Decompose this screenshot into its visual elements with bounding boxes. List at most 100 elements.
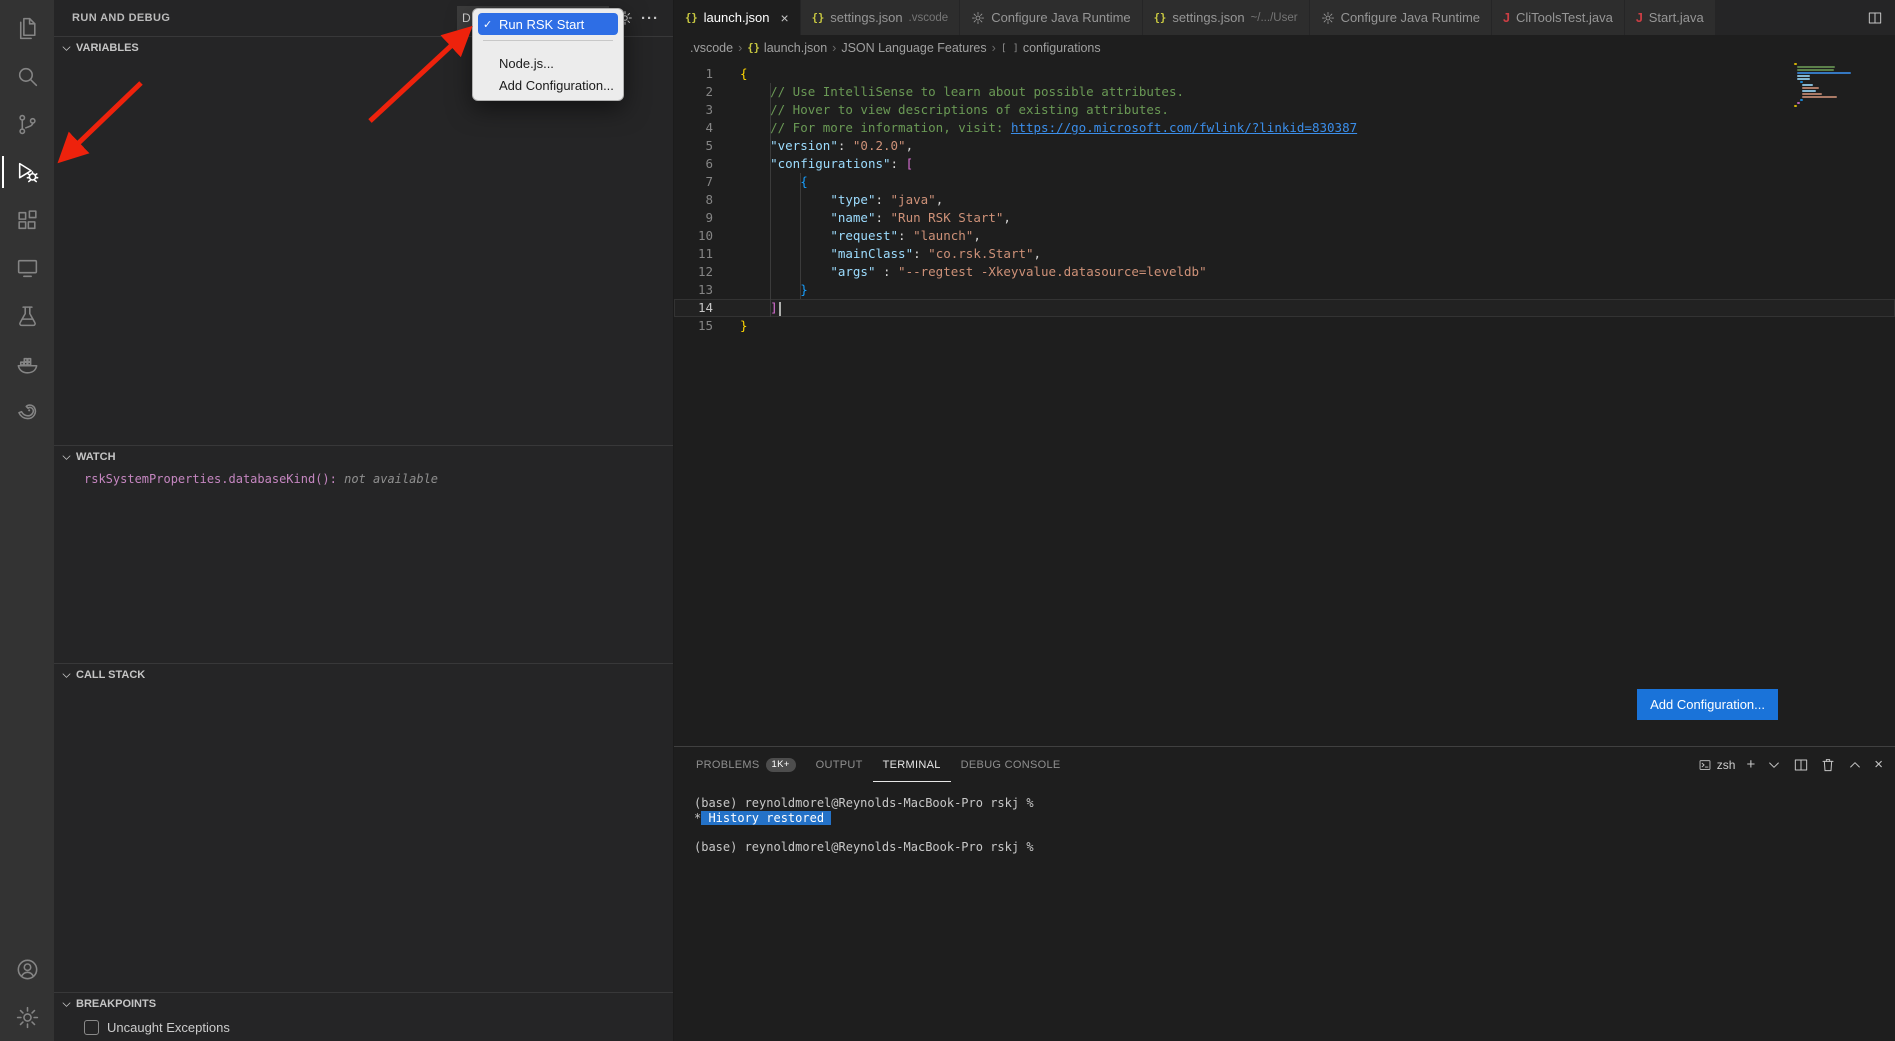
activity-bar-item-accounts[interactable] [2, 945, 52, 993]
activity-bar-item-remote-explorer[interactable] [2, 244, 52, 292]
code-token: "configurations" [770, 156, 890, 171]
menu-item-add-configuration[interactable]: Add Configuration... [478, 74, 618, 96]
code-line[interactable]: 3 // Hover to view descriptions of exist… [674, 101, 1895, 119]
line-number[interactable]: 14 [674, 299, 713, 317]
editor-tab-settings-json[interactable]: {}settings.json.vscode [801, 0, 961, 35]
code-line[interactable]: 10 "request": "launch", [674, 227, 1895, 245]
uncaught-exceptions-item[interactable]: Uncaught Exceptions [54, 1015, 673, 1035]
line-number[interactable]: 15 [674, 317, 713, 335]
minimap-line [1794, 63, 1797, 65]
line-number[interactable]: 5 [674, 137, 713, 155]
call-stack-section-header[interactable]: CALL STACK [54, 664, 673, 686]
kill-terminal-trash-icon[interactable] [1820, 757, 1836, 773]
line-number[interactable]: 13 [674, 281, 713, 299]
line-number[interactable]: 8 [674, 191, 713, 209]
breadcrumb-item-launch-json[interactable]: {}launch.json [747, 41, 827, 55]
line-number[interactable]: 3 [674, 101, 713, 119]
minimap-line [1797, 69, 1834, 71]
split-editor-icon[interactable] [1867, 10, 1883, 26]
code-token [740, 228, 830, 243]
panel-tab-debug-console[interactable]: DEBUG CONSOLE [951, 747, 1071, 782]
breadcrumb: .vscode›{}launch.json›JSON Language Feat… [674, 35, 1895, 61]
line-number[interactable]: 4 [674, 119, 713, 137]
code-area[interactable]: 1{2 // Use IntelliSense to learn about p… [674, 61, 1895, 335]
panel-tab-output[interactable]: OUTPUT [806, 747, 873, 782]
minimap[interactable] [1794, 63, 1862, 108]
editor-tab-launch-json[interactable]: {}launch.json× [674, 0, 801, 35]
code-line[interactable]: 13 } [674, 281, 1895, 299]
watch-section-header[interactable]: WATCH [54, 446, 673, 468]
terminal-profiles-chevron-icon[interactable] [1766, 757, 1782, 773]
line-number[interactable]: 2 [674, 83, 713, 101]
line-number[interactable]: 12 [674, 263, 713, 281]
code-line[interactable]: 4 // For more information, visit: https:… [674, 119, 1895, 137]
watch-section: WATCH rskSystemProperties.databaseKind()… [54, 445, 673, 663]
code-line[interactable]: 12 "args" : "--regtest -Xkeyvalue.dataso… [674, 263, 1895, 281]
watch-section-label: WATCH [76, 451, 116, 463]
activity-bar-item-explorer[interactable] [2, 4, 52, 52]
watch-expression-item[interactable]: rskSystemProperties.databaseKind(): not … [54, 468, 673, 486]
breadcrumb-item-json-language-features[interactable]: JSON Language Features [841, 41, 986, 55]
activity-bar-item-settings[interactable] [2, 993, 52, 1041]
activity-bar-item-source-control[interactable] [2, 100, 52, 148]
activity-bar-item-extensions[interactable] [2, 196, 52, 244]
activity-bar-item-gradle[interactable] [2, 388, 52, 436]
code-line[interactable]: 2 // Use IntelliSense to learn about pos… [674, 83, 1895, 101]
menu-item-run-rsk-start[interactable]: ✓Run RSK Start [478, 13, 618, 35]
code-token: "java" [891, 192, 936, 207]
editor-tab-start-java[interactable]: JStart.java [1625, 0, 1716, 35]
new-terminal-icon[interactable]: + [1746, 756, 1755, 773]
activity-bar [0, 0, 54, 1041]
remote-explorer-icon [15, 256, 40, 281]
code-line[interactable]: 5 "version": "0.2.0", [674, 137, 1895, 155]
breadcrumb-item-vscode[interactable]: .vscode [690, 41, 733, 55]
activity-bar-item-docker[interactable] [2, 340, 52, 388]
menu-item-node-js[interactable]: Node.js... [478, 52, 618, 74]
editor-tab-configure-java-runtime[interactable]: Configure Java Runtime [960, 0, 1142, 35]
close-icon[interactable]: × [780, 10, 788, 26]
line-number[interactable]: 6 [674, 155, 713, 173]
code-token: } [740, 318, 748, 333]
code-line[interactable]: 14 ] [674, 299, 1895, 317]
code-line[interactable]: 9 "name": "Run RSK Start", [674, 209, 1895, 227]
line-number[interactable]: 11 [674, 245, 713, 263]
uncaught-exceptions-checkbox[interactable] [84, 1020, 99, 1035]
vscode-window: RUN AND DEBUG D ··· VARIABLES WATCH rskS… [0, 0, 1895, 1041]
editor-tab-clitoolstest-java[interactable]: JCliToolsTest.java [1492, 0, 1625, 35]
close-panel-icon[interactable]: × [1874, 756, 1883, 773]
shell-label: zsh [1717, 758, 1736, 772]
editor-tab-settings-json[interactable]: {}settings.json~/.../User [1143, 0, 1310, 35]
maximize-panel-chevron-icon[interactable] [1847, 757, 1863, 773]
code-line[interactable]: 1{ [674, 65, 1895, 83]
more-actions-icon[interactable]: ··· [641, 10, 659, 27]
editor[interactable]: 1{2 // Use IntelliSense to learn about p… [674, 61, 1895, 746]
line-number[interactable]: 7 [674, 173, 713, 191]
split-terminal-icon[interactable] [1793, 757, 1809, 773]
line-text: "mainClass": "co.rsk.Start", [713, 245, 1041, 263]
editor-tab-configure-java-runtime[interactable]: Configure Java Runtime [1310, 0, 1492, 35]
activity-bar-item-testing[interactable] [2, 292, 52, 340]
line-number[interactable]: 10 [674, 227, 713, 245]
code-token: { [740, 66, 748, 81]
code-token: , [936, 192, 944, 207]
code-line[interactable]: 6 "configurations": [ [674, 155, 1895, 173]
code-line[interactable]: 15} [674, 317, 1895, 335]
line-number[interactable]: 9 [674, 209, 713, 227]
add-configuration-button[interactable]: Add Configuration... [1637, 689, 1778, 720]
activity-bar-item-search[interactable] [2, 52, 52, 100]
code-token: // For more information, visit: [740, 120, 1011, 135]
code-line[interactable]: 11 "mainClass": "co.rsk.Start", [674, 245, 1895, 263]
terminal-shell-indicator[interactable]: zsh [1698, 758, 1736, 772]
code-line[interactable]: 7 { [674, 173, 1895, 191]
code-line[interactable]: 8 "type": "java", [674, 191, 1895, 209]
line-number[interactable]: 1 [674, 65, 713, 83]
source-control-icon [15, 112, 40, 137]
panel-tab-terminal[interactable]: TERMINAL [873, 747, 951, 782]
panel-tab-problems[interactable]: PROBLEMS1K+ [686, 747, 806, 782]
terminal-output[interactable]: (base) reynoldmorel@Reynolds-MacBook-Pro… [674, 782, 1895, 1041]
activity-bar-item-run-and-debug[interactable] [2, 148, 52, 196]
problems-count-badge: 1K+ [766, 758, 796, 772]
breadcrumb-item-configurations[interactable]: [ ]configurations [1001, 41, 1101, 55]
breakpoints-section-header[interactable]: BREAKPOINTS [54, 993, 673, 1015]
minimap-line [1802, 84, 1813, 86]
